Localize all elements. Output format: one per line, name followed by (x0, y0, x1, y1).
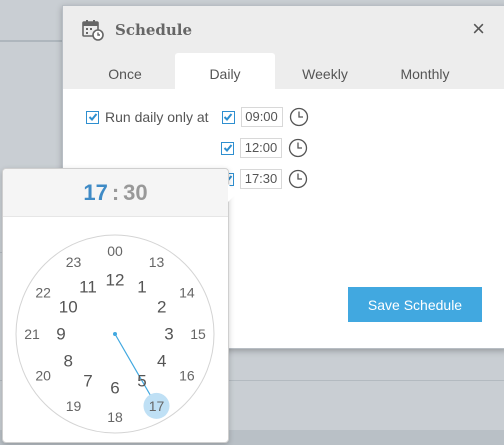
clock-hour-inner[interactable]: 6 (110, 379, 119, 398)
clock-hour-inner[interactable]: 11 (79, 278, 97, 297)
clock-hour-outer[interactable]: 23 (66, 254, 82, 270)
time-checkbox[interactable] (221, 110, 235, 124)
clock-hour-outer[interactable]: 18 (107, 409, 123, 425)
clock-hour-inner[interactable]: 4 (157, 352, 166, 371)
tab-bar: Once Daily Weekly Monthly (63, 53, 504, 89)
clock-hour-inner[interactable]: 3 (164, 325, 173, 344)
clock-hour-outer[interactable]: 16 (179, 368, 195, 384)
clock-hour-outer[interactable]: 00 (107, 243, 123, 259)
checkmark-icon (223, 144, 232, 152)
clock-icon[interactable] (289, 107, 309, 127)
save-schedule-button[interactable]: Save Schedule (348, 287, 482, 322)
checkmark-icon (223, 113, 233, 121)
clock-hour-inner[interactable]: 7 (83, 371, 92, 390)
clock-hour-inner[interactable]: 9 (56, 325, 65, 344)
clock-hour-outer[interactable]: 20 (35, 368, 51, 384)
tab-monthly[interactable]: Monthly (375, 53, 475, 89)
clock-hour-inner[interactable]: 10 (59, 298, 78, 317)
tab-weekly[interactable]: Weekly (275, 53, 375, 89)
clock-hour-inner[interactable]: 12 (106, 271, 125, 290)
time-picker-popover: 17:30 12 1 2 3 4 5 6 7 8 9 10 11 00 13 14 15 16 17 18 19 20 2… (2, 168, 237, 443)
dialog-header: Schedule × (63, 6, 504, 53)
time-field[interactable]: 17:30 (240, 169, 282, 189)
picker-minute[interactable]: 30 (123, 180, 147, 205)
clock-hour-outer[interactable]: 21 (24, 326, 40, 342)
time-field[interactable]: 09:00 (240, 107, 283, 127)
close-button[interactable]: × (472, 17, 485, 41)
time-row: 12:00 (221, 138, 308, 158)
clock-hour-inner[interactable]: 8 (64, 352, 73, 371)
clock-hour-inner[interactable]: 5 (137, 371, 146, 390)
run-daily-label: Run daily only at (105, 109, 209, 125)
tab-daily[interactable]: Daily (175, 53, 275, 89)
clock-hour-outer[interactable]: 13 (149, 254, 165, 270)
clock-icon[interactable] (288, 138, 308, 158)
clock-hour-inner[interactable]: 2 (157, 298, 166, 317)
clock-center-dot (113, 332, 117, 336)
picker-separator: : (111, 180, 120, 205)
checkmark-icon (88, 113, 97, 121)
clock-hour-outer[interactable]: 22 (35, 285, 51, 301)
picker-hour[interactable]: 17 (83, 180, 107, 205)
run-daily-row: Run daily only at 09:00 (86, 107, 309, 127)
time-checkbox[interactable] (221, 141, 234, 155)
clock-icon[interactable] (288, 169, 308, 189)
clock-hour-outer[interactable]: 19 (66, 398, 82, 414)
dialog-title: Schedule (115, 21, 193, 39)
picker-time-display: 17:30 (3, 169, 228, 217)
tab-once[interactable]: Once (75, 53, 175, 89)
calendar-clock-icon (82, 20, 104, 41)
clock-hour-outer[interactable]: 15 (190, 326, 206, 342)
clock-hour-outer[interactable]: 17 (149, 398, 165, 414)
run-daily-checkbox[interactable] (86, 110, 99, 124)
clock-hour-outer[interactable]: 14 (179, 285, 195, 301)
popover-arrow (228, 184, 237, 202)
clock-face[interactable]: 12 1234567891011001314151617181920212223 (15, 234, 215, 434)
time-field[interactable]: 12:00 (240, 138, 282, 158)
clock-hour-inner[interactable]: 1 (137, 278, 146, 297)
